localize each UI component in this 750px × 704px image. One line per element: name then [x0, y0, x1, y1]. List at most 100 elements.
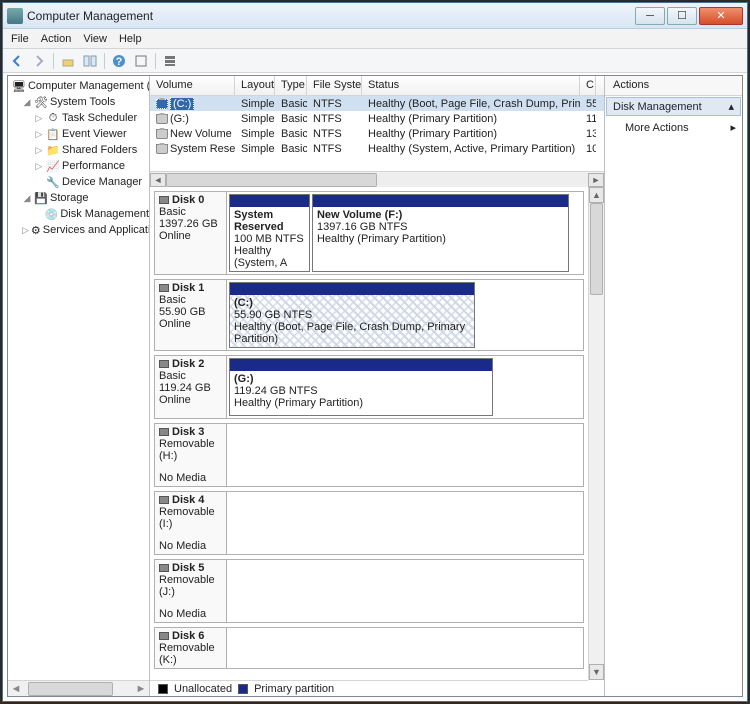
- toolbar: ?: [3, 49, 747, 73]
- disk-block[interactable]: Disk 4Removable (I:)No Media: [154, 491, 584, 555]
- window: Computer Management ─ ☐ ✕ File Action Vi…: [2, 2, 748, 702]
- window-title: Computer Management: [27, 9, 635, 23]
- actions-sub-diskmgmt[interactable]: Disk Management▴: [606, 97, 741, 116]
- disk-icon: 💿: [45, 207, 59, 221]
- tree-diskmgmt[interactable]: 💿Disk Management: [10, 206, 149, 222]
- legend: Unallocated Primary partition: [150, 680, 588, 696]
- tree-sharedfolders[interactable]: ▷📁Shared Folders: [10, 142, 149, 158]
- drive-icon: [156, 114, 168, 124]
- disk-block[interactable]: Disk 6Removable (K:): [154, 627, 584, 669]
- actions-more[interactable]: More Actions▸: [605, 117, 742, 138]
- disk-info: Disk 0Basic1397.26 GBOnline: [155, 192, 227, 274]
- legend-primary-swatch: [238, 684, 248, 694]
- disk-pane: Disk 0Basic1397.26 GBOnlineSystem Reserv…: [150, 187, 604, 696]
- tree-hscroll[interactable]: ◄►: [8, 680, 149, 696]
- partition-bar: [230, 359, 492, 371]
- partition[interactable]: System Reserved100 MB NTFSHealthy (Syste…: [229, 194, 310, 272]
- disk-info: Disk 6Removable (K:): [155, 628, 227, 668]
- back-button[interactable]: [7, 51, 27, 71]
- maximize-button[interactable]: ☐: [667, 7, 697, 25]
- actions-pane: Actions Disk Management▴ More Actions▸: [605, 76, 742, 696]
- folder-icon: 📁: [46, 143, 60, 157]
- minimize-button[interactable]: ─: [635, 7, 665, 25]
- disk-parts: [227, 492, 583, 554]
- disk-block[interactable]: Disk 3Removable (H:)No Media: [154, 423, 584, 487]
- tree-devicemgr[interactable]: 🔧Device Manager: [10, 174, 149, 190]
- up-button[interactable]: [58, 51, 78, 71]
- tree-eventviewer[interactable]: ▷📋Event Viewer: [10, 126, 149, 142]
- legend-primary: Primary partition: [254, 683, 334, 695]
- menu-view[interactable]: View: [83, 33, 107, 45]
- col-type[interactable]: Type: [275, 76, 307, 95]
- computer-icon: 🖥: [12, 79, 26, 93]
- tree-taskscheduler[interactable]: ▷⏱Task Scheduler: [10, 110, 149, 126]
- disk-vscroll[interactable]: ▲▼: [588, 187, 604, 680]
- content: 🖥Computer Management (Local ◢🛠System Too…: [7, 75, 743, 697]
- help-button[interactable]: ?: [109, 51, 129, 71]
- col-fs[interactable]: File System: [307, 76, 362, 95]
- list-button[interactable]: [160, 51, 180, 71]
- tree-performance[interactable]: ▷📈Performance: [10, 158, 149, 174]
- disk-info: Disk 2Basic119.24 GBOnline: [155, 356, 227, 418]
- disk-info: Disk 4Removable (I:)No Media: [155, 492, 227, 554]
- collapse-icon: ▴: [728, 100, 734, 113]
- show-hide-button[interactable]: [80, 51, 100, 71]
- tree-pane: 🖥Computer Management (Local ◢🛠System Too…: [8, 76, 150, 696]
- close-button[interactable]: ✕: [699, 7, 743, 25]
- partition-bar: [230, 195, 309, 207]
- partition[interactable]: (C:)55.90 GB NTFSHealthy (Boot, Page Fil…: [229, 282, 475, 348]
- mid-pane: Volume Layout Type File System Status C …: [150, 76, 605, 696]
- disk-parts: (C:)55.90 GB NTFSHealthy (Boot, Page Fil…: [227, 280, 583, 350]
- volume-row[interactable]: System ReservedSimpleBasicNTFSHealthy (S…: [150, 141, 604, 156]
- device-icon: 🔧: [46, 175, 60, 189]
- perf-icon: 📈: [46, 159, 60, 173]
- menu-action[interactable]: Action: [41, 33, 72, 45]
- drive-icon: [156, 99, 168, 109]
- partition[interactable]: New Volume (F:)1397.16 GB NTFSHealthy (P…: [312, 194, 569, 272]
- storage-icon: 💾: [34, 191, 48, 205]
- volume-row[interactable]: (C:)SimpleBasicNTFSHealthy (Boot, Page F…: [150, 96, 604, 111]
- chevron-right-icon: ▸: [730, 121, 736, 134]
- tree-systools[interactable]: ◢🛠System Tools: [10, 94, 149, 110]
- disk-parts: [227, 424, 583, 486]
- col-volume[interactable]: Volume: [150, 76, 235, 95]
- col-layout[interactable]: Layout: [235, 76, 275, 95]
- clock-icon: ⏱: [46, 111, 60, 125]
- refresh-button[interactable]: [131, 51, 151, 71]
- event-icon: 📋: [46, 127, 60, 141]
- col-status[interactable]: Status: [362, 76, 580, 95]
- disk-block[interactable]: Disk 0Basic1397.26 GBOnlineSystem Reserv…: [154, 191, 584, 275]
- disk-info: Disk 5Removable (J:)No Media: [155, 560, 227, 622]
- volume-hscroll[interactable]: ◄►: [150, 171, 604, 187]
- volume-list: Volume Layout Type File System Status C …: [150, 76, 604, 171]
- partition-bar: [230, 283, 474, 295]
- volume-row[interactable]: (G:)SimpleBasicNTFSHealthy (Primary Part…: [150, 111, 604, 126]
- actions-header: Actions: [605, 76, 742, 96]
- drive-icon: [156, 144, 168, 154]
- menu-file[interactable]: File: [11, 33, 29, 45]
- services-icon: ⚙: [31, 223, 41, 237]
- partition[interactable]: (G:)119.24 GB NTFSHealthy (Primary Parti…: [229, 358, 493, 416]
- volume-row[interactable]: New Volume (F:)SimpleBasicNTFSHealthy (P…: [150, 126, 604, 141]
- tree-storage[interactable]: ◢💾Storage: [10, 190, 149, 206]
- disk-parts: [227, 628, 583, 668]
- disk-block[interactable]: Disk 1Basic55.90 GBOnline(C:)55.90 GB NT…: [154, 279, 584, 351]
- menu-help[interactable]: Help: [119, 33, 142, 45]
- forward-button[interactable]: [29, 51, 49, 71]
- col-c[interactable]: C: [580, 76, 596, 95]
- volume-header[interactable]: Volume Layout Type File System Status C: [150, 76, 604, 96]
- tools-icon: 🛠: [34, 95, 48, 109]
- tree-services[interactable]: ▷⚙Services and Applications: [10, 222, 149, 238]
- tree-root[interactable]: 🖥Computer Management (Local: [10, 78, 149, 94]
- partition-bar: [313, 195, 568, 207]
- disk-info: Disk 1Basic55.90 GBOnline: [155, 280, 227, 350]
- titlebar[interactable]: Computer Management ─ ☐ ✕: [3, 3, 747, 29]
- disk-block[interactable]: Disk 2Basic119.24 GBOnline(G:)119.24 GB …: [154, 355, 584, 419]
- disk-block[interactable]: Disk 5Removable (J:)No Media: [154, 559, 584, 623]
- legend-unalloc: Unallocated: [174, 683, 232, 695]
- menubar: File Action View Help: [3, 29, 747, 49]
- app-icon: [7, 8, 23, 24]
- disk-parts: System Reserved100 MB NTFSHealthy (Syste…: [227, 192, 583, 274]
- disk-parts: [227, 560, 583, 622]
- svg-text:?: ?: [116, 56, 123, 68]
